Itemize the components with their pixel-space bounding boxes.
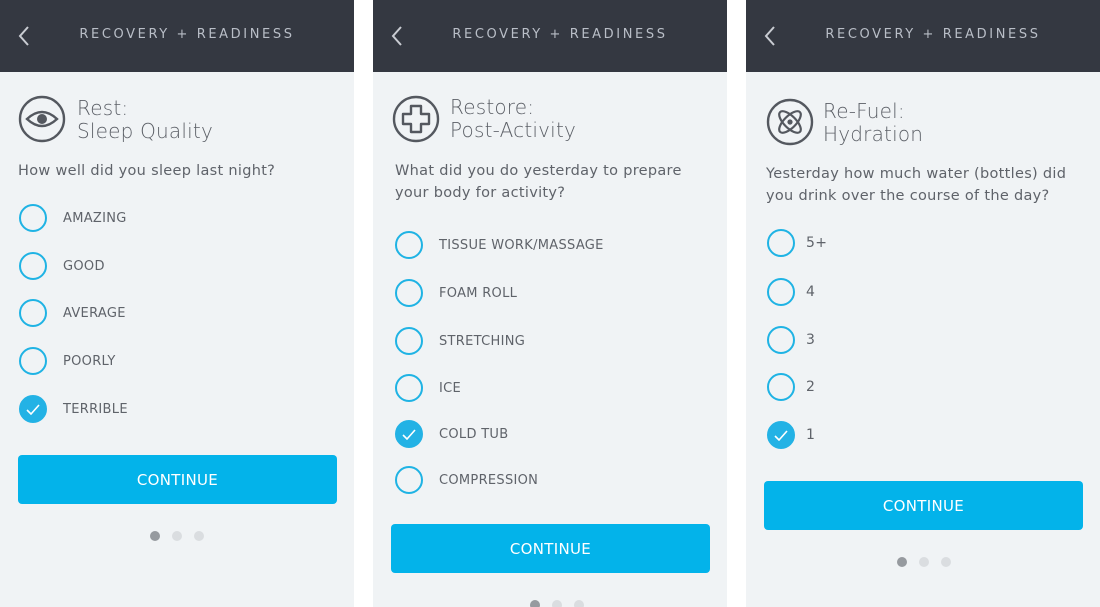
app-header: RECOVERY + READINESS	[746, 0, 1100, 72]
option-label: POORLY	[63, 353, 116, 369]
option-ice[interactable]: ICE	[395, 373, 461, 403]
option-label: TISSUE WORK/MASSAGE	[439, 237, 604, 253]
screen-post-activity: RECOVERY + READINESS Restore: Post-Activ…	[373, 0, 727, 607]
continue-button[interactable]: CONTINUE	[764, 481, 1083, 530]
option-label: 2	[806, 379, 816, 395]
option-label: FOAM ROLL	[439, 285, 518, 301]
question-line: your body for activity?	[395, 185, 566, 201]
screen-sleep-quality: RECOVERY + READINESS Rest: Sleep Quality…	[0, 0, 354, 607]
eye-icon	[18, 95, 66, 143]
radio-button[interactable]	[767, 326, 795, 354]
category-title: Re-Fuel: Hydration	[823, 100, 923, 146]
page-dot-1[interactable]	[897, 557, 907, 567]
option-cold-tub[interactable]: COLD TUB	[395, 419, 508, 449]
page-dot-3[interactable]	[194, 531, 204, 541]
app-header: RECOVERY + READINESS	[373, 0, 727, 72]
option-stretching[interactable]: STRETCHING	[395, 326, 525, 356]
checkmark-icon	[774, 429, 788, 441]
radio-button[interactable]	[19, 347, 47, 375]
page-dot-3[interactable]	[941, 557, 951, 567]
option-good[interactable]: GOOD	[19, 251, 105, 281]
category-name: Rest:	[77, 96, 129, 120]
option-4[interactable]: 4	[767, 277, 815, 307]
radio-button[interactable]	[767, 229, 795, 257]
option-poorly[interactable]: POORLY	[19, 346, 116, 376]
question-text: What did you do yesterday to prepare you…	[395, 160, 682, 204]
option-label: AMAZING	[63, 210, 127, 226]
option-label: STRETCHING	[439, 333, 526, 349]
app-header: RECOVERY + READINESS	[0, 0, 354, 72]
option-label: 4	[806, 284, 816, 300]
category-subtitle: Sleep Quality	[77, 119, 213, 143]
option-label: AVERAGE	[63, 305, 126, 321]
question-line: How well did you sleep last night?	[18, 163, 276, 179]
page-dot-2[interactable]	[552, 600, 562, 607]
page-indicator	[530, 600, 584, 607]
page-dot-2[interactable]	[919, 557, 929, 567]
radio-button[interactable]	[395, 279, 423, 307]
option-5-plus[interactable]: 5+	[767, 228, 827, 258]
page-dot-1[interactable]	[530, 600, 540, 607]
radio-button[interactable]	[19, 252, 47, 280]
option-label: 1	[806, 427, 816, 443]
category-subtitle: Post-Activity	[450, 118, 577, 142]
page-dot-3[interactable]	[574, 600, 584, 607]
option-average[interactable]: AVERAGE	[19, 298, 126, 328]
option-label: 5+	[806, 235, 828, 251]
option-terrible[interactable]: TERRIBLE	[19, 394, 128, 424]
header-title: RECOVERY + READINESS	[825, 27, 1041, 42]
header-title: RECOVERY + READINESS	[452, 27, 668, 42]
radio-button[interactable]	[395, 231, 423, 259]
atom-icon	[766, 98, 814, 146]
page-dot-1[interactable]	[150, 531, 160, 541]
category-title: Rest: Sleep Quality	[77, 97, 213, 143]
option-3[interactable]: 3	[767, 325, 815, 355]
option-label: TERRIBLE	[63, 401, 128, 417]
question-text: How well did you sleep last night?	[18, 160, 275, 182]
radio-button[interactable]	[395, 374, 423, 402]
option-1[interactable]: 1	[767, 420, 815, 450]
radio-button[interactable]	[395, 466, 423, 494]
option-label: COMPRESSION	[439, 472, 539, 488]
category-title: Restore: Post-Activity	[450, 96, 576, 142]
option-compression[interactable]: COMPRESSION	[395, 465, 538, 495]
radio-button-checked[interactable]	[19, 395, 47, 423]
category-subtitle: Hydration	[823, 122, 924, 146]
radio-button-checked[interactable]	[767, 421, 795, 449]
checkmark-icon	[26, 403, 40, 415]
page-indicator	[897, 557, 951, 567]
category-name: Re-Fuel:	[823, 99, 905, 123]
radio-button-checked[interactable]	[395, 420, 423, 448]
question-line: What did you do yesterday to prepare	[395, 163, 682, 179]
option-amazing[interactable]: AMAZING	[19, 203, 127, 233]
radio-button[interactable]	[19, 204, 47, 232]
question-line: Yesterday how much water (bottles) did	[766, 166, 1067, 182]
radio-button[interactable]	[395, 327, 423, 355]
page-dot-2[interactable]	[172, 531, 182, 541]
option-label: COLD TUB	[439, 426, 509, 442]
option-label: ICE	[439, 380, 462, 396]
option-2[interactable]: 2	[767, 372, 815, 402]
continue-button[interactable]: CONTINUE	[391, 524, 710, 573]
question-line: you drink over the course of the day?	[766, 188, 1050, 204]
checkmark-icon	[402, 428, 416, 440]
question-text: Yesterday how much water (bottles) did y…	[766, 163, 1066, 207]
screen-hydration: RECOVERY + READINESS Re-Fuel: Hydration …	[746, 0, 1100, 607]
option-label: 3	[806, 332, 816, 348]
radio-button[interactable]	[767, 373, 795, 401]
radio-button[interactable]	[767, 278, 795, 306]
page-indicator	[150, 531, 204, 541]
category-name: Restore:	[450, 95, 535, 119]
option-tissue-work-massage[interactable]: TISSUE WORK/MASSAGE	[395, 230, 604, 260]
header-title: RECOVERY + READINESS	[79, 27, 295, 42]
medical-cross-icon	[392, 95, 440, 143]
continue-button[interactable]: CONTINUE	[18, 455, 337, 504]
option-foam-roll[interactable]: FOAM ROLL	[395, 278, 517, 308]
radio-button[interactable]	[19, 299, 47, 327]
option-label: GOOD	[63, 258, 105, 274]
